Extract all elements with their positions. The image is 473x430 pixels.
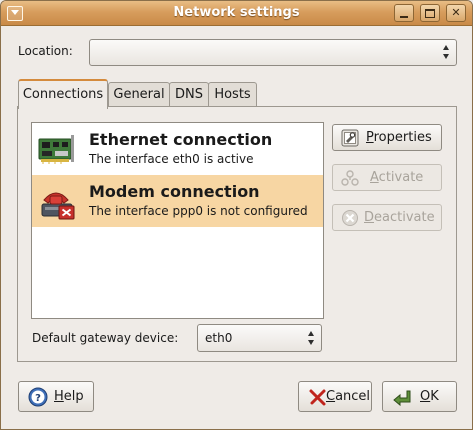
connection-status: The interface eth0 is active [89, 152, 254, 166]
connection-title: Modem connection [89, 182, 260, 201]
location-combo[interactable] [89, 39, 457, 66]
modem-phone-icon [41, 192, 75, 220]
ok-label: K [430, 389, 439, 404]
activate-label: ctivate [378, 170, 424, 185]
activate-button[interactable]: Activate [332, 164, 442, 191]
svg-text:?: ? [35, 393, 41, 404]
combo-arrows-icon [443, 45, 450, 59]
gateway-device-combo[interactable]: eth0 [197, 324, 322, 352]
help-icon: ? [28, 387, 48, 407]
connection-title: Ethernet connection [89, 130, 273, 149]
mnemonic: D [364, 210, 375, 225]
properties-icon [341, 129, 359, 147]
mnemonic: C [326, 389, 336, 404]
deactivate-button[interactable]: Deactivate [332, 204, 442, 231]
mnemonic: P [366, 130, 374, 145]
cancel-icon [309, 389, 326, 406]
minimize-button[interactable] [394, 4, 414, 22]
help-button[interactable]: ? Help [18, 381, 94, 412]
location-label: Location: [18, 44, 73, 58]
ok-button[interactable]: OK [382, 381, 457, 412]
mnemonic: O [420, 389, 431, 404]
close-button[interactable]: ✕ [446, 4, 466, 22]
combo-arrows-icon [308, 331, 315, 345]
help-label: elp [63, 389, 84, 404]
maximize-button[interactable] [420, 4, 440, 22]
properties-label: roperties [373, 130, 432, 145]
mnemonic: A [370, 170, 379, 185]
connections-list[interactable]: Ethernet connection The interface eth0 i… [31, 122, 324, 319]
deactivate-label: eactivate [374, 210, 435, 225]
network-settings-window: Network settings ✕ Location: Connections… [0, 0, 473, 430]
tab-hosts[interactable]: Hosts [208, 82, 257, 107]
cancel-button[interactable]: Cancel [298, 381, 372, 412]
connection-row-modem[interactable]: Modem connection The interface ppp0 is n… [32, 175, 323, 227]
mnemonic: H [54, 389, 64, 404]
connection-row-ethernet[interactable]: Ethernet connection The interface eth0 i… [32, 123, 323, 175]
tab-general[interactable]: General [108, 82, 170, 107]
network-card-icon [38, 135, 74, 164]
cancel-label: ancel [335, 389, 371, 404]
gateway-label: Default gateway device: [32, 331, 179, 345]
title-bar[interactable]: Network settings ✕ [1, 1, 472, 26]
tab-dns[interactable]: DNS [169, 82, 209, 107]
tab-connections[interactable]: Connections [18, 79, 108, 109]
properties-button[interactable]: Properties [332, 124, 442, 151]
deactivate-icon [342, 210, 358, 226]
connection-status: The interface ppp0 is not configured [89, 204, 308, 218]
gateway-value: eth0 [205, 331, 233, 345]
activate-icon [341, 170, 359, 186]
ok-icon [393, 390, 411, 407]
